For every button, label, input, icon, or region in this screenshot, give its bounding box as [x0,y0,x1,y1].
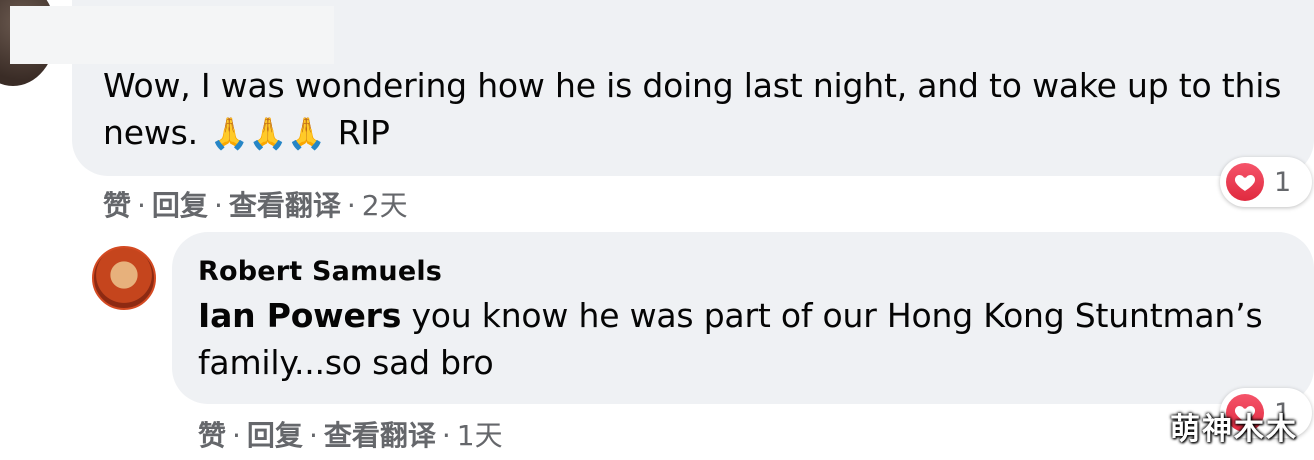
author-name[interactable]: Robert Samuels [198,256,442,287]
mention-link[interactable]: Ian Powers [198,296,401,335]
watermark: 萌神木木 [1170,412,1298,447]
reaction-summary[interactable]: 1 [1220,157,1312,207]
avatar[interactable] [92,246,156,310]
heart-icon [1226,163,1264,201]
like-link[interactable]: 赞 [103,189,131,222]
redacted-author-name [10,6,334,64]
reply-link[interactable]: 回复 [152,189,208,222]
like-link[interactable]: 赞 [198,419,226,452]
comment-actions: 赞 · 回复 · 查看翻译 · 1天 [198,419,503,452]
comment-text: Wow, I was wondering how he is doing las… [103,62,1283,158]
see-translation-link[interactable]: 查看翻译 [229,189,341,222]
praying-hands-icon: 🙏🙏🙏 [210,116,326,152]
reaction-count: 1 [1274,166,1292,198]
timestamp[interactable]: 1天 [457,419,503,452]
see-translation-link[interactable]: 查看翻译 [324,419,436,452]
timestamp[interactable]: 2天 [362,189,408,222]
comment-actions: 赞 · 回复 · 查看翻译 · 2天 [103,189,408,222]
reply-link[interactable]: 回复 [247,419,303,452]
comment-text: Ian Powers you know he was part of our H… [198,296,1263,382]
